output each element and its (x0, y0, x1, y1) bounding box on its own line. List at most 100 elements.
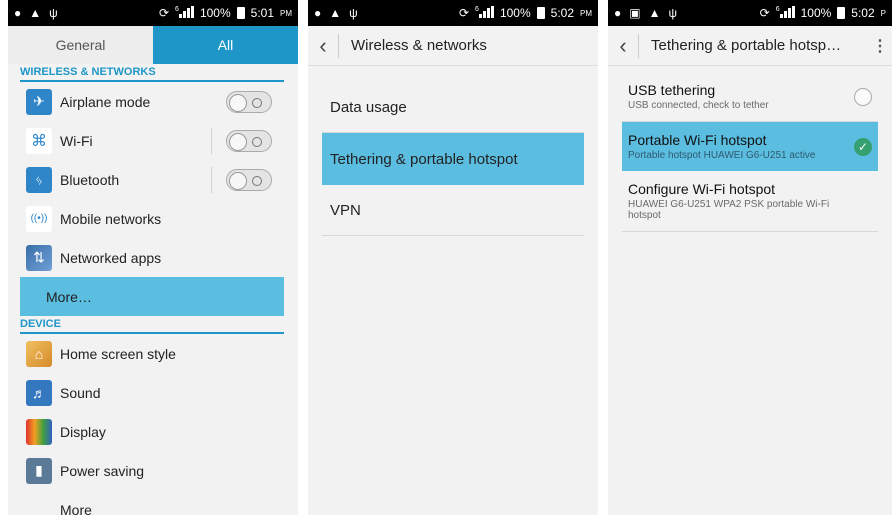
battery-percent: 100% (800, 6, 832, 20)
usb-tethering-title: USB tethering (628, 82, 716, 98)
overflow-menu-icon[interactable]: ⋮ (868, 36, 892, 56)
clock-ampm: PM (280, 8, 292, 18)
battery-percent: 100% (499, 6, 531, 20)
sound-label: Sound (60, 384, 101, 401)
settings-item-more-device[interactable]: More (20, 490, 284, 515)
bluetooth-label: Bluetooth (60, 171, 120, 188)
cat-icon: ▲ (29, 6, 42, 20)
pref-configure-hotspot[interactable]: Configure Wi-Fi hotspot HUAWEI G6-U251 W… (622, 171, 878, 232)
wireless-networks-screen: ● ▲ ψ ⟳ 6 100% 5:02 PM ‹ Wireless & netwo… (308, 0, 598, 515)
settings-item-sound[interactable]: ♬ Sound (20, 373, 284, 412)
settings-item-display[interactable]: Display (20, 412, 284, 451)
settings-item-networked-apps[interactable]: ⇅ Networked apps (20, 238, 284, 277)
signal-icon: 6 (776, 5, 795, 21)
section-header-device: DEVICE (20, 316, 284, 334)
battery-icon (236, 7, 245, 19)
networked-apps-icon: ⇅ (26, 244, 52, 271)
clock-ampm: PM (580, 8, 592, 18)
airplane-mode-toggle[interactable] (226, 90, 272, 113)
tab-general[interactable]: General (8, 26, 153, 64)
clock: 5:02 (550, 6, 574, 20)
airplane-icon: ✈ (26, 88, 52, 115)
mobile-network-icon: ((•)) (26, 205, 52, 232)
settings-item-more[interactable]: More… (20, 277, 284, 316)
divider (638, 33, 639, 58)
mobile-networks-label: Mobile networks (60, 210, 162, 227)
location-icon: ● (14, 6, 22, 20)
location-icon: ● (614, 6, 622, 20)
portable-hotspot-summary: Portable hotspot HUAWEI G6-U251 active (628, 150, 816, 161)
device-list: ⌂ Home screen style ♬ Sound Display ▮ Po… (20, 334, 284, 515)
tv-icon: ▣ (629, 6, 641, 20)
rotate-icon: ⟳ (458, 6, 470, 20)
usb-icon: ψ (349, 6, 358, 20)
settings-item-power-saving[interactable]: ▮ Power saving (20, 451, 284, 490)
battery-percent: 100% (199, 6, 231, 20)
pref-portable-hotspot[interactable]: Portable Wi-Fi hotspot Portable hotspot … (622, 122, 878, 171)
more-device-label: More (60, 501, 92, 515)
clock: 5:01 (250, 6, 274, 20)
wifi-toggle[interactable] (226, 129, 272, 152)
pref-usb-tethering[interactable]: USB tethering USB connected, check to te… (622, 72, 878, 122)
settings-screen: ● ▲ ψ ⟳ 6 100% 5:01 PM General All WIRELE… (8, 0, 298, 515)
menu-item-data-usage[interactable]: Data usage (322, 82, 584, 133)
networked-apps-label: Networked apps (60, 249, 162, 266)
settings-item-bluetooth[interactable]: ᛃ Bluetooth (20, 160, 284, 199)
usb-icon: ψ (668, 6, 678, 20)
portable-hotspot-title: Portable Wi-Fi hotspot (628, 132, 767, 148)
battery-icon (536, 7, 545, 19)
wifi-label: Wi-Fi (60, 132, 93, 149)
rotate-icon: ⟳ (158, 6, 170, 20)
airplane-mode-label: Airplane mode (60, 93, 151, 110)
home-icon: ⌂ (26, 340, 52, 367)
menu-item-vpn[interactable]: VPN (322, 185, 584, 236)
usb-icon: ψ (49, 6, 58, 20)
status-bar: ● ▣ ▲ ψ ⟳ 6 100% 5:02 P (608, 0, 892, 26)
display-icon (26, 418, 52, 445)
settings-item-home-screen-style[interactable]: ⌂ Home screen style (20, 334, 284, 373)
page-title: Wireless & networks (351, 37, 487, 54)
location-icon: ● (314, 6, 322, 20)
back-arrow-icon[interactable]: ‹ (308, 33, 338, 59)
tab-all[interactable]: All (153, 26, 298, 64)
divider (211, 166, 212, 193)
page-title: Tethering & portable hotsp… (651, 37, 842, 54)
cat-icon: ▲ (329, 6, 342, 20)
configure-hotspot-summary: HUAWEI G6-U251 WPA2 PSK portable Wi-Fi h… (628, 199, 830, 221)
usb-tethering-summary: USB connected, check to tether (628, 100, 769, 111)
signal-icon: 6 (475, 5, 494, 21)
wifi-icon: ⌘ (26, 127, 52, 154)
divider (338, 33, 339, 58)
divider (211, 127, 212, 154)
bluetooth-icon: ᛃ (26, 166, 52, 193)
action-bar: ‹ Wireless & networks (308, 26, 598, 66)
signal-icon: 6 (175, 5, 194, 21)
status-bar: ● ▲ ψ ⟳ 6 100% 5:01 PM (8, 0, 298, 26)
clock: 5:02 (851, 6, 875, 20)
usb-tethering-checkbox[interactable] (854, 87, 872, 106)
section-header-wireless: WIRELESS & NETWORKS (20, 64, 284, 82)
tethering-screen: ● ▣ ▲ ψ ⟳ 6 100% 5:02 P ‹ Tethering & por… (608, 0, 892, 515)
sound-icon: ♬ (26, 379, 52, 406)
menu-item-tethering[interactable]: Tethering & portable hotspot (322, 133, 584, 185)
battery-icon: ▮ (26, 457, 52, 484)
check-icon[interactable]: ✓ (854, 137, 872, 156)
back-arrow-icon[interactable]: ‹ (608, 33, 638, 59)
settings-item-wifi[interactable]: ⌘ Wi-Fi (20, 121, 284, 160)
bluetooth-toggle[interactable] (226, 168, 272, 191)
configure-hotspot-title: Configure Wi-Fi hotspot (628, 181, 776, 197)
power-saving-label: Power saving (60, 462, 145, 479)
display-label: Display (60, 423, 106, 440)
wireless-menu: Data usage Tethering & portable hotspot … (322, 82, 584, 236)
rotate-icon: ⟳ (759, 6, 770, 20)
clock-ampm: P (880, 8, 886, 18)
battery-icon (837, 7, 846, 19)
home-screen-style-label: Home screen style (60, 345, 176, 362)
settings-item-airplane-mode[interactable]: ✈ Airplane mode (20, 82, 284, 121)
settings-tabs: General All (8, 26, 298, 64)
more-label: More… (46, 288, 92, 305)
cat-icon: ▲ (648, 6, 661, 20)
status-bar: ● ▲ ψ ⟳ 6 100% 5:02 PM (308, 0, 598, 26)
action-bar: ‹ Tethering & portable hotsp… ⋮ (608, 26, 892, 66)
settings-item-mobile-networks[interactable]: ((•)) Mobile networks (20, 199, 284, 238)
